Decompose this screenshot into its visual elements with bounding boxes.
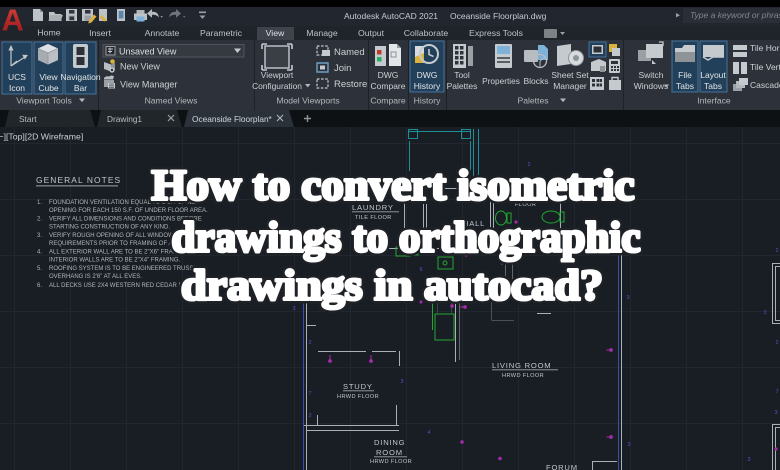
svg-text:A: A [2,3,24,38]
svg-text:Start: Start [19,114,37,124]
svg-text:FORUM: FORUM [546,463,578,470]
svg-text:Palettes: Palettes [517,96,548,106]
svg-text:Cube: Cube [38,83,59,93]
svg-text:DWG: DWG [417,70,438,80]
svg-text:INTERIOR WALLS ARE TO BE 2"X4": INTERIOR WALLS ARE TO BE 2"X4" FRAMING. [49,258,181,264]
svg-text:Viewport: Viewport [261,70,294,80]
svg-text:Manager: Manager [553,81,587,91]
svg-text:2: 2 [775,248,778,254]
svg-text:New View: New View [120,62,160,72]
svg-text:3.: 3. [37,233,42,239]
svg-text:Join: Join [334,63,351,74]
svg-text:Manage: Manage [306,28,338,38]
svg-text:Unsaved View: Unsaved View [119,47,177,57]
svg-text:Layout: Layout [700,70,726,80]
svg-text:Restore: Restore [334,79,367,90]
svg-text:Blocks: Blocks [523,76,548,86]
svg-text:History: History [414,81,441,91]
svg-text:Icon: Icon [9,83,25,93]
svg-text:Parametric: Parametric [200,28,243,38]
svg-text:Bar: Bar [74,83,87,93]
svg-text:2.: 2. [37,217,42,223]
svg-text:3: 3 [774,410,777,416]
svg-text:HRWD FLOOR: HRWD FLOOR [502,373,544,379]
svg-text:6.: 6. [37,283,42,289]
svg-text:HRWD FLOOR: HRWD FLOOR [370,459,412,465]
svg-text:Properties: Properties [482,76,520,86]
svg-text:4: 4 [427,430,430,436]
svg-text:Interface: Interface [697,96,731,106]
svg-text:3: 3 [626,295,629,301]
svg-text:−][Top][2D Wireframe]: −][Top][2D Wireframe] [0,132,83,142]
svg-text:2: 2 [308,340,311,346]
svg-text:ROOFING SYSTEM IS TO BE ENGINE: ROOFING SYSTEM IS TO BE ENGINEERED TRUSS… [49,266,201,272]
svg-text:View Manager: View Manager [120,80,177,90]
svg-text:7: 7 [308,391,311,397]
svg-text:Collaborate: Collaborate [404,28,449,38]
svg-text:Express Tools: Express Tools [469,28,524,38]
svg-text:ROOM: ROOM [376,448,403,457]
svg-text:3: 3 [627,442,630,448]
svg-text:1.: 1. [37,200,42,206]
svg-text:Configuration: Configuration [252,81,302,91]
svg-text:View: View [39,72,58,82]
svg-text:Type a keyword or phrase: Type a keyword or phrase [690,10,780,20]
svg-text:ALL EXTERIOR WALL ARE TO BE 2": ALL EXTERIOR WALL ARE TO BE 2"X6" FRAMIN… [49,250,190,256]
svg-text:Compare: Compare [370,96,406,106]
svg-text:OVERHANG IS 2'6" AT ALL EVES.: OVERHANG IS 2'6" AT ALL EVES. [49,274,142,280]
svg-text:Windows: Windows [634,81,668,91]
svg-text:4.: 4. [37,250,42,256]
svg-text:5.: 5. [37,266,42,272]
svg-text:File: File [678,70,692,80]
svg-text:Drawing1: Drawing1 [107,114,142,124]
svg-text:Oceanside Floorplan*: Oceanside Floorplan* [192,114,273,124]
svg-text:Autodesk AutoCAD 2021: Autodesk AutoCAD 2021 [344,11,438,21]
svg-text:STUDY: STUDY [343,382,373,391]
svg-text:Cascade: Cascade [750,80,780,90]
svg-text:Output: Output [358,28,385,38]
svg-text:DINING: DINING [374,438,405,447]
svg-text:GENERAL NOTES: GENERAL NOTES [36,175,121,185]
svg-text:STARTING CONSTRUCTION OF ANY K: STARTING CONSTRUCTION OF ANY KIND. [49,225,170,231]
svg-text:drawings to orthographic: drawings to orthographic [172,215,641,262]
svg-text:Tool: Tool [454,70,470,80]
svg-text:7: 7 [775,389,778,395]
svg-text:Navigation: Navigation [60,72,100,82]
svg-text:Tabs: Tabs [704,81,722,91]
svg-text:3: 3 [763,310,766,316]
svg-text:HRWD FLOOR: HRWD FLOOR [337,394,379,400]
svg-text:Insert: Insert [89,28,111,38]
svg-text:Compare: Compare [371,81,406,91]
svg-text:Viewport Tools: Viewport Tools [16,96,72,106]
svg-text:Oceanside Floorplan.dwg: Oceanside Floorplan.dwg [450,11,547,21]
svg-text:Tabs: Tabs [676,81,694,91]
svg-text:View: View [266,28,285,38]
svg-text:Named Views: Named Views [145,96,198,106]
svg-text:3: 3 [747,457,750,463]
svg-text:2: 2 [308,413,311,419]
svg-text:Sheet Set: Sheet Set [551,70,589,80]
svg-text:LIVING ROOM: LIVING ROOM [492,361,551,370]
svg-text:UCS: UCS [8,72,26,82]
svg-text:3: 3 [400,379,403,385]
svg-text:Switch: Switch [638,70,663,80]
svg-text:Annotate: Annotate [145,28,180,38]
svg-text:Palettes: Palettes [447,81,478,91]
svg-text:History: History [414,96,441,106]
svg-text:Home: Home [37,28,60,38]
svg-text:drawings in autocad?: drawings in autocad? [181,263,603,310]
svg-text:2: 2 [775,340,778,346]
svg-text:Named: Named [334,47,365,58]
svg-text:Tile Vertically: Tile Vertically [750,62,780,72]
svg-text:How to convert isometric: How to convert isometric [152,163,635,210]
svg-text:DWG: DWG [378,70,399,80]
svg-text:Tile Horizontally: Tile Horizontally [750,43,780,53]
svg-text:Model Viewports: Model Viewports [276,96,339,106]
